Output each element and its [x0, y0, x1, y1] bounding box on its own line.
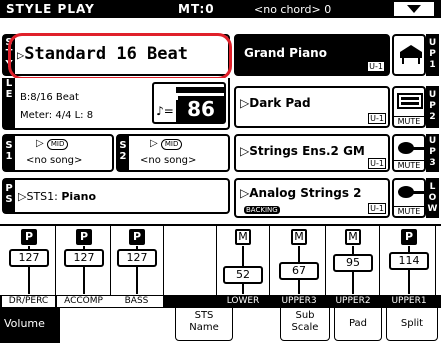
part-icon-upper3[interactable]: MUTE	[392, 134, 426, 172]
sound-name-lower: ▷Analog Strings 2	[240, 186, 362, 200]
upper3-label: UP3	[426, 134, 439, 172]
mixer-channel[interactable]: P 127	[110, 226, 164, 295]
tempo-note-icon: ♪=	[154, 100, 178, 122]
tab-sub-scale[interactable]: Sub Scale	[280, 307, 330, 341]
fader-knob[interactable]: 127	[117, 249, 157, 267]
lower-label: LOW	[426, 178, 439, 218]
mute-status-icon[interactable]: M	[235, 229, 251, 245]
style-play-screen: STYLE PLAY MT:0 <no chord> 0 STY ▷Standa…	[0, 0, 441, 343]
sound-name-upper3: ▷Strings Ens.2 GM	[240, 144, 365, 158]
synth-icon	[397, 93, 423, 109]
channel-name: BASS	[110, 296, 164, 307]
chord-display: <no chord> 0	[254, 3, 332, 16]
fader-knob[interactable]: 127	[64, 249, 104, 267]
mixer-channel[interactable]: M 52	[216, 226, 270, 295]
sound-slot-lower[interactable]: ▷Analog Strings 2 BACKING U-1	[234, 178, 390, 218]
upper1-label: UP1	[426, 34, 439, 76]
header-bar: STYLE PLAY MT:0 <no chord> 0	[0, 0, 441, 18]
midi-icon-1: ▷ MID	[36, 138, 69, 150]
mute-status-icon[interactable]: M	[345, 229, 361, 245]
page-title: STYLE PLAY	[6, 2, 95, 16]
sound-name-upper2: ▷Dark Pad	[240, 96, 311, 110]
tempo-box[interactable]: ♪= 86	[152, 82, 226, 124]
tab-split[interactable]: Split	[386, 307, 438, 341]
song-name-2[interactable]: <no song>	[140, 155, 196, 166]
master-transpose: MT:0	[178, 2, 215, 16]
piano-icon	[400, 45, 422, 64]
play-status-icon[interactable]: P	[76, 229, 92, 245]
bank-badge-upper3: U-1	[368, 158, 386, 169]
strings-icon	[398, 186, 424, 198]
fader-knob[interactable]: 127	[9, 249, 49, 267]
page-menu-button[interactable]	[393, 1, 435, 17]
mute-button-upper3[interactable]: MUTE	[394, 160, 424, 170]
mixer-channel[interactable]: M 95	[326, 226, 380, 295]
meter-info: Meter: 4/4 L: 8	[20, 110, 94, 121]
sts-name[interactable]: ▷STS1: Piano	[18, 190, 96, 203]
mixer-channel[interactable]: P 114	[382, 226, 436, 295]
mixer-channel[interactable]	[163, 226, 217, 295]
tab-volume[interactable]: Volume	[0, 307, 60, 343]
fader-knob[interactable]: 95	[333, 254, 373, 272]
style-tab-lower: LE	[3, 78, 15, 129]
part-icon-lower[interactable]: MUTE	[392, 178, 426, 218]
sound-name-upper1: Grand Piano	[244, 46, 327, 60]
beat-indicator	[176, 87, 224, 93]
song-tab-2: S2	[117, 135, 129, 171]
channel-name: LOWER	[226, 296, 260, 306]
beat-info: B:8/16 Beat	[20, 92, 79, 103]
channel-name: UPPER2	[335, 296, 371, 306]
strings-icon	[398, 142, 424, 154]
mute-button-lower[interactable]: MUTE	[394, 206, 424, 216]
sound-slot-upper1[interactable]: Grand Piano U-1	[234, 34, 390, 76]
play-status-icon[interactable]: P	[401, 229, 417, 245]
sound-slot-upper2[interactable]: ▷Dark Pad U-1	[234, 86, 390, 128]
play-status-icon[interactable]: P	[129, 229, 145, 245]
tab-pad[interactable]: Pad	[334, 307, 382, 341]
fader-knob[interactable]: 52	[223, 266, 263, 284]
song-name-1[interactable]: <no song>	[26, 155, 82, 166]
bank-badge-lower: U-1	[368, 203, 386, 214]
midi-icon-2: ▷ MID	[150, 138, 183, 150]
channel-name: ACCOMP	[57, 296, 111, 307]
highlight-outline	[8, 33, 232, 80]
mixer-channel[interactable]: P 127	[2, 226, 56, 295]
bank-badge-upper2: U-1	[368, 113, 386, 124]
channel-name: UPPER3	[281, 296, 317, 306]
fader-knob[interactable]: 114	[389, 252, 429, 270]
tab-sts-name[interactable]: STS Name	[175, 307, 233, 341]
mute-button-upper2[interactable]: MUTE	[394, 116, 424, 126]
part-icon-upper2[interactable]: MUTE	[392, 86, 426, 128]
sts-tab: PS	[3, 179, 15, 213]
mixer-channel[interactable]: P 127	[57, 226, 111, 295]
backing-badge: BACKING	[244, 206, 280, 214]
upper2-label: UP2	[426, 86, 439, 128]
channel-name: DR/PERC	[2, 296, 56, 307]
tempo-value[interactable]: 86	[178, 96, 224, 122]
fader-knob[interactable]: 67	[279, 262, 319, 280]
sound-slot-upper3[interactable]: ▷Strings Ens.2 GM U-1	[234, 134, 390, 172]
play-status-icon[interactable]: P	[21, 229, 37, 245]
part-icon-upper1[interactable]	[392, 34, 426, 76]
channel-name: UPPER1	[391, 296, 427, 306]
mute-status-icon[interactable]: M	[291, 229, 307, 245]
song-tab-1: S1	[3, 135, 15, 171]
mixer-channel[interactable]: M 67	[272, 226, 326, 295]
bank-badge-upper1: U-1	[367, 61, 385, 72]
